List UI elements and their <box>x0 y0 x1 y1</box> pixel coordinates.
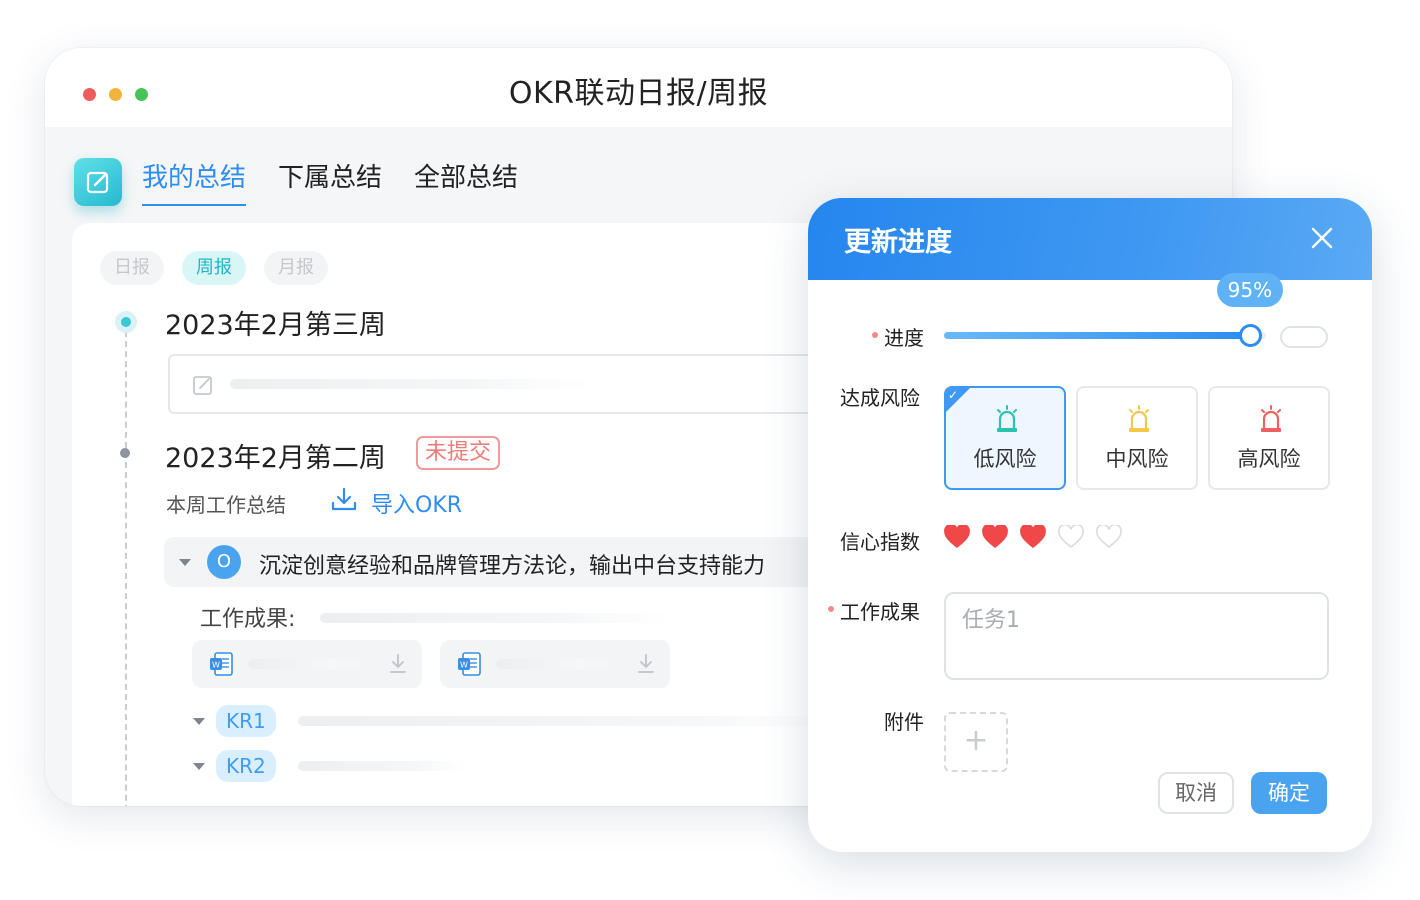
week-title: 2023年2月第三周 <box>165 310 386 341</box>
check-icon: ✓ <box>948 388 959 402</box>
plus-icon: + <box>963 723 989 758</box>
download-icon[interactable] <box>636 653 656 675</box>
timeline-dot-current <box>115 311 137 333</box>
objective-text: 沉淀创意经验和品牌管理方法论，输出中台支持能力 <box>259 554 766 579</box>
risk-label: 达成风险 <box>840 386 920 410</box>
status-badge: 未提交 <box>416 436 501 470</box>
heart-filled-icon[interactable] <box>1020 525 1046 549</box>
dialog-header: 更新进度 <box>808 198 1372 280</box>
risk-option-medium[interactable]: 中风险 <box>1076 386 1198 490</box>
heart-empty-icon[interactable] <box>1096 525 1122 549</box>
heart-filled-icon[interactable] <box>944 525 970 549</box>
summary-tabs: 我的总结 下属总结 全部总结 <box>142 158 518 206</box>
work-result-label: 工作成果 <box>828 596 920 625</box>
svg-text:W: W <box>212 661 220 670</box>
week-title: 2023年2月第二周 <box>165 443 386 474</box>
download-icon[interactable] <box>388 653 408 675</box>
title-bar: OKR联动日报/周报 <box>45 48 1232 127</box>
word-document-icon: W <box>458 652 481 676</box>
chip-daily[interactable]: 日报 <box>100 251 164 285</box>
progress-label: 进度 <box>872 322 924 351</box>
file-attachment[interactable]: W <box>192 640 422 688</box>
attachment-label: 附件 <box>884 710 924 734</box>
timeline-dot <box>120 448 130 458</box>
progress-slider[interactable]: 95% <box>944 273 1283 347</box>
work-result-textarea[interactable]: 任务1 <box>944 592 1329 680</box>
period-chips: 日报 周报 月报 <box>100 251 328 285</box>
chevron-down-icon[interactable] <box>193 718 205 725</box>
kr-text-bar <box>298 716 858 726</box>
chip-weekly[interactable]: 周报 <box>182 251 246 285</box>
update-progress-dialog: 更新进度 进度 95% 达成风险 ✓ 低风险 中风险 高风险 信心指数 工作成果… <box>808 198 1372 852</box>
import-okr-link[interactable]: 导入OKR <box>371 487 462 519</box>
kr-badge[interactable]: KR2 <box>216 750 276 782</box>
risk-option-label: 低风险 <box>973 447 1037 471</box>
result-label: 工作成果: <box>200 607 296 632</box>
kr-badge[interactable]: KR1 <box>216 705 276 737</box>
tab-subordinate-summary[interactable]: 下属总结 <box>278 158 382 206</box>
risk-option-label: 中风险 <box>1105 447 1169 471</box>
alarm-icon <box>997 405 1017 432</box>
objective-row[interactable]: O 沉淀创意经验和品牌管理方法论，输出中台支持能力 <box>164 537 884 587</box>
progress-fill <box>944 332 1250 339</box>
add-attachment-button[interactable]: + <box>944 712 1008 772</box>
close-icon[interactable] <box>1308 224 1336 252</box>
progress-input[interactable] <box>1280 326 1328 348</box>
file-name-bar <box>248 659 368 669</box>
alarm-icon <box>1129 405 1149 432</box>
risk-option-label: 高风险 <box>1237 447 1301 471</box>
objective-badge: O <box>207 545 241 579</box>
risk-option-high[interactable]: 高风险 <box>1208 386 1330 490</box>
confidence-label: 信心指数 <box>840 530 920 554</box>
chevron-down-icon[interactable] <box>193 763 205 770</box>
dialog-title: 更新进度 <box>844 227 952 258</box>
window-title: OKR联动日报/周报 <box>508 76 769 111</box>
heart-empty-icon[interactable] <box>1058 525 1084 549</box>
svg-text:W: W <box>460 661 468 670</box>
cancel-button[interactable]: 取消 <box>1158 772 1234 814</box>
edit-icon <box>86 171 109 194</box>
alarm-icon <box>1261 405 1281 432</box>
heart-filled-icon[interactable] <box>982 525 1008 549</box>
placeholder-bar <box>230 379 590 389</box>
slider-handle[interactable] <box>1238 324 1262 347</box>
tab-my-summary[interactable]: 我的总结 <box>142 158 247 206</box>
timeline-line <box>125 331 127 806</box>
progress-tooltip: 95% <box>1216 273 1283 307</box>
risk-option-low[interactable]: ✓ 低风险 <box>944 386 1066 490</box>
edit-icon <box>193 376 212 395</box>
file-name-bar <box>496 659 616 669</box>
week-summary-input[interactable] <box>168 354 868 414</box>
confirm-button[interactable]: 确定 <box>1251 772 1327 814</box>
download-icon[interactable] <box>329 485 359 515</box>
chip-monthly[interactable]: 月报 <box>264 251 328 285</box>
file-attachment[interactable]: W <box>440 640 670 688</box>
placeholder-bar <box>320 613 670 623</box>
confidence-rating[interactable] <box>944 525 1122 549</box>
word-document-icon: W <box>210 652 233 676</box>
kr-text-bar <box>298 761 468 771</box>
tab-all-summary[interactable]: 全部总结 <box>414 158 518 206</box>
app-icon <box>74 158 122 206</box>
summary-label: 本周工作总结 <box>166 493 286 517</box>
chevron-down-icon[interactable] <box>179 559 191 566</box>
